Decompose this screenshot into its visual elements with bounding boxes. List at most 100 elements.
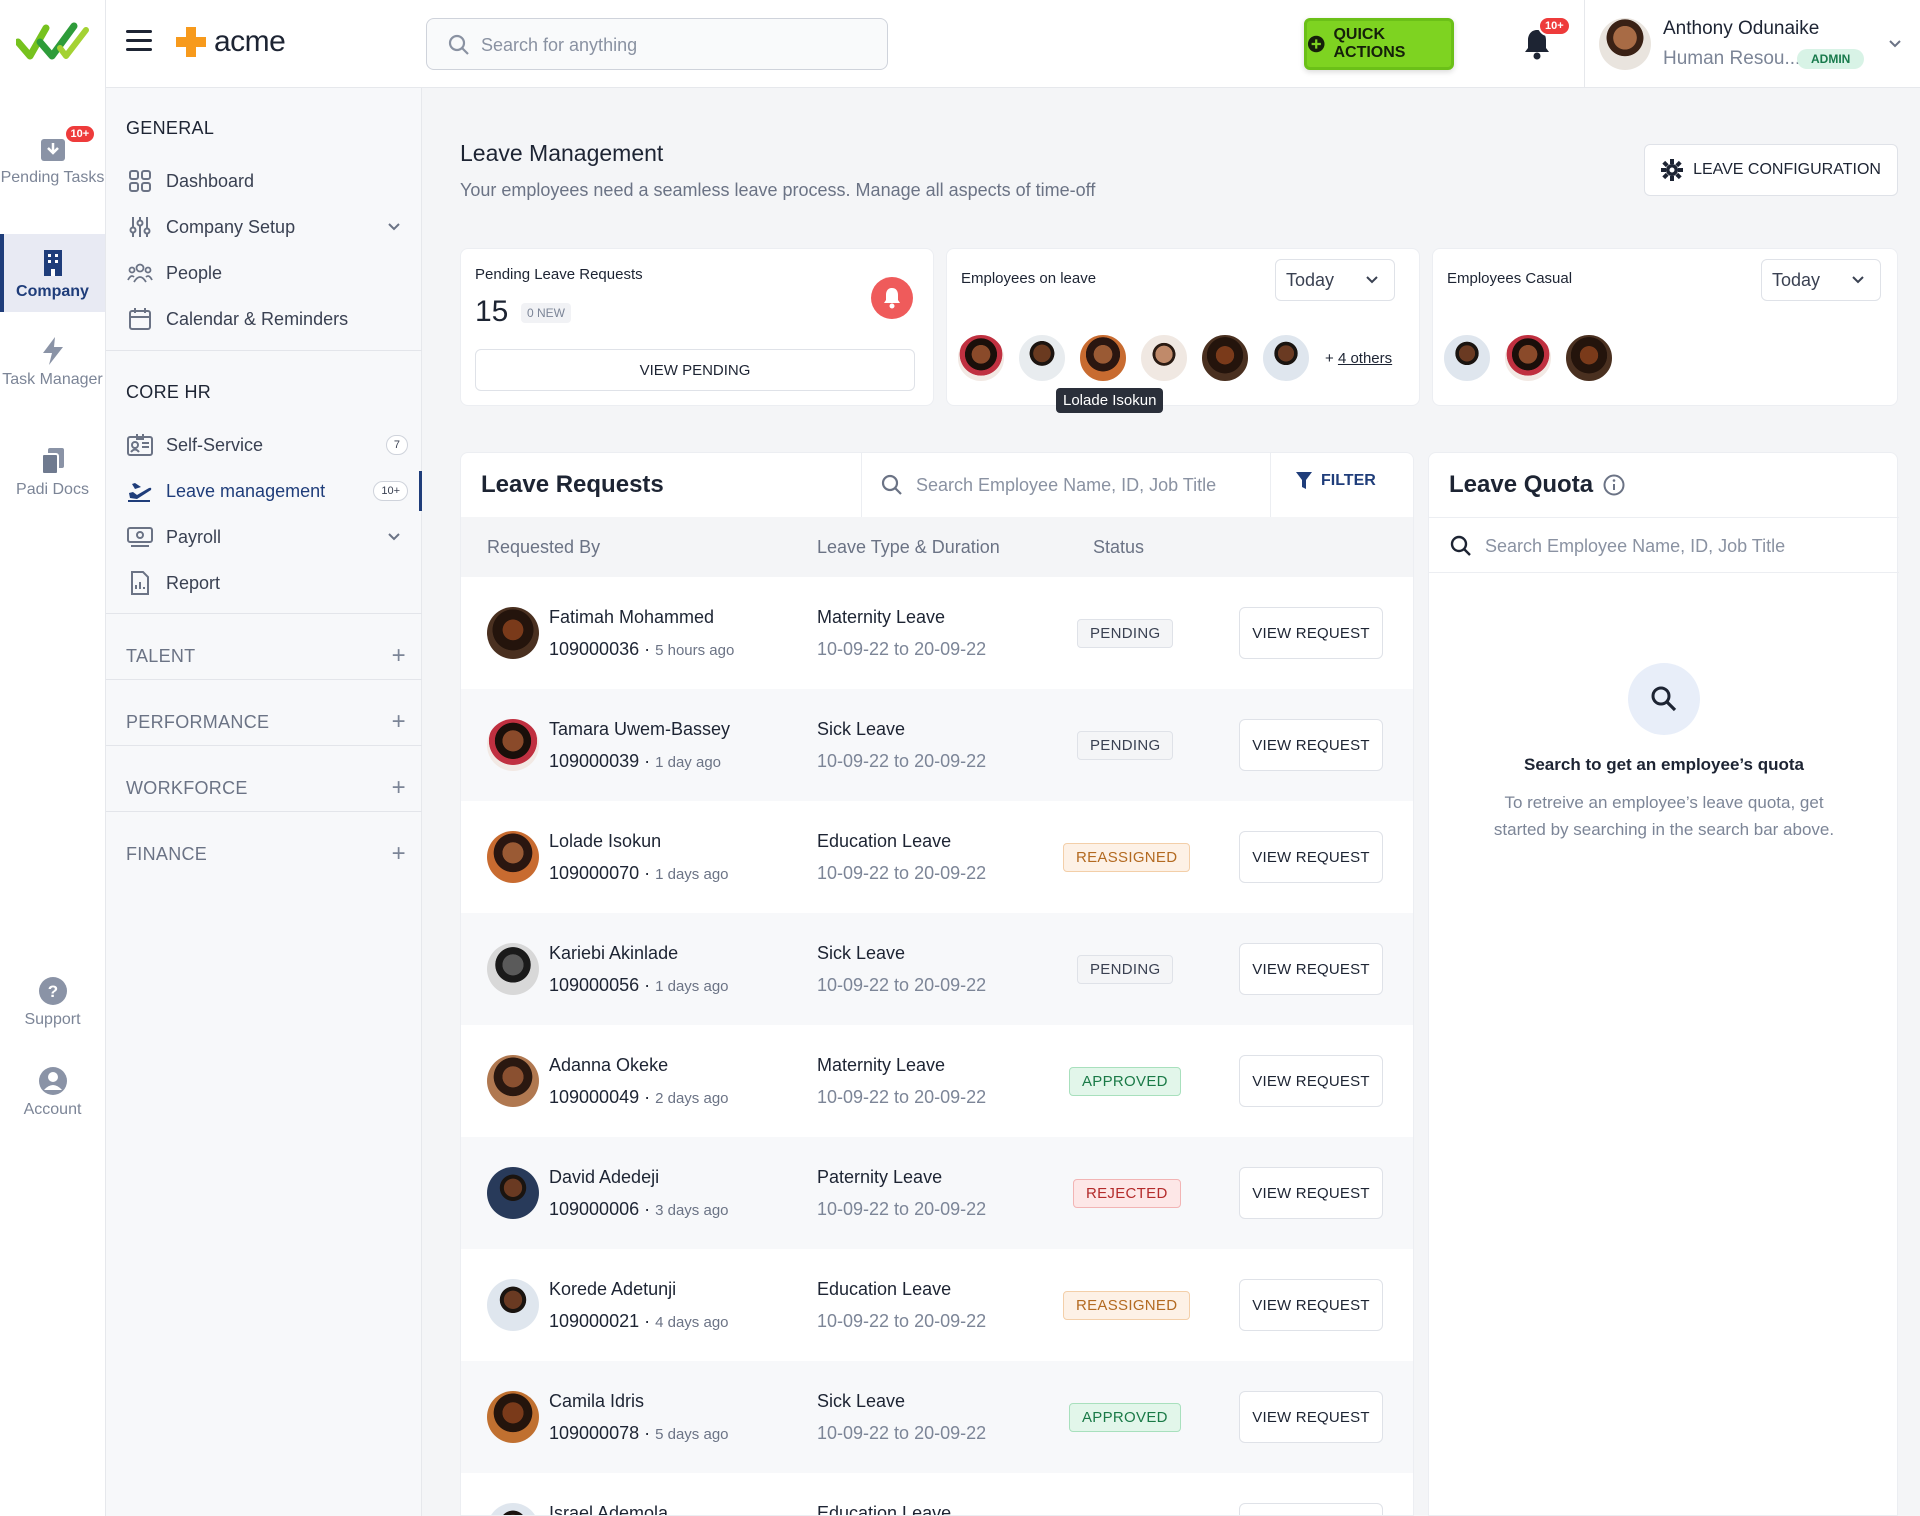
period-select[interactable]: Today	[1275, 259, 1395, 301]
view-request-button[interactable]: VIEW REQUEST	[1239, 1279, 1383, 1331]
requests-search[interactable]	[861, 453, 1271, 517]
table-row[interactable]: David Adedeji 109000006 · 3 days ago Pat…	[461, 1137, 1413, 1249]
view-request-button[interactable]: VIEW REQUEST	[1239, 1055, 1383, 1107]
table-row[interactable]: Korede Adetunji 109000021 · 4 days ago E…	[461, 1249, 1413, 1361]
section-workforce[interactable]: WORKFORCE +	[126, 768, 406, 808]
view-pending-button[interactable]: VIEW PENDING	[475, 349, 915, 391]
leave-type: Maternity Leave	[817, 1055, 946, 1075]
table-row[interactable]: Adanna Okeke 109000049 · 2 days ago Mate…	[461, 1025, 1413, 1137]
sidebar-item-leave-management[interactable]: Leave management 10+	[126, 471, 422, 511]
section-talent[interactable]: TALENT +	[126, 636, 406, 676]
avatar	[487, 1391, 539, 1443]
table-row[interactable]: Tamara Uwem-Bassey 109000039 · 1 day ago…	[461, 689, 1413, 801]
employee-name: Fatimah Mohammed	[549, 607, 715, 627]
table-row[interactable]: Israel Ademola Education Leave	[461, 1473, 1413, 1516]
leave-duration: 10-09-22 to 20-09-22	[817, 1087, 987, 1107]
section-performance[interactable]: PERFORMANCE +	[126, 702, 406, 742]
leave-configuration-button[interactable]: LEAVE CONFIGURATION	[1644, 144, 1898, 196]
view-request-button[interactable]: VIEW REQUEST	[1239, 719, 1383, 771]
user-profile-menu[interactable]: Anthony Odunaike Human Resou... ADMIN	[1584, 0, 1920, 88]
leave-duration: 10-09-22 to 20-09-22	[817, 639, 987, 659]
sidebar-item-self-service[interactable]: Self-Service 7	[126, 425, 416, 465]
chevron-down-icon	[1366, 276, 1378, 284]
request-age: 1 days ago	[655, 866, 729, 883]
rail-pending-tasks[interactable]: 10+ Pending Tasks	[0, 124, 105, 214]
leave-quota-title: Leave Quota	[1449, 471, 1625, 499]
employee-name: Adanna Okeke	[549, 1055, 669, 1075]
global-search[interactable]	[426, 18, 888, 70]
section-finance[interactable]: FINANCE +	[126, 834, 406, 874]
period-value: Today	[1286, 269, 1335, 290]
table-row[interactable]: Camila Idris 109000078 · 5 days ago Sick…	[461, 1361, 1413, 1473]
user-name: Anthony Odunaike	[1663, 18, 1820, 39]
avatar[interactable]	[1016, 332, 1068, 384]
table-row[interactable]: Kariebi Akinlade 109000056 · 1 days ago …	[461, 913, 1413, 1025]
expand-plus-icon[interactable]: +	[392, 774, 406, 802]
rail-company[interactable]: Company	[0, 234, 105, 312]
section-label: WORKFORCE	[126, 777, 248, 798]
sidebar-item-payroll[interactable]: Payroll	[126, 517, 416, 557]
brand-name: acme	[214, 25, 286, 58]
avatar[interactable]	[1563, 332, 1615, 384]
rail-support[interactable]: ? Support	[0, 976, 105, 1032]
info-icon[interactable]	[1603, 474, 1625, 496]
divider	[106, 613, 422, 614]
table-row[interactable]: Lolade Isokun 109000070 · 1 days ago Edu…	[461, 801, 1413, 913]
sidebar-item-company-setup[interactable]: Company Setup	[126, 207, 416, 247]
avatar[interactable]	[1502, 332, 1554, 384]
view-request-button[interactable]: VIEW REQUEST	[1239, 831, 1383, 883]
employee-id: 109000078 · 5 days ago	[549, 1423, 729, 1443]
avatar[interactable]	[1077, 332, 1129, 384]
quota-search-input[interactable]	[1485, 532, 1875, 560]
sidebar-item-report[interactable]: Report	[126, 563, 416, 603]
avatar[interactable]	[1260, 332, 1312, 384]
table-row[interactable]: Fatimah Mohammed 109000036 · 5 hours ago…	[461, 577, 1413, 689]
plus-sign: +	[1325, 349, 1334, 367]
sidebar-item-dashboard[interactable]: Dashboard	[126, 161, 416, 201]
rail-padi-docs[interactable]: Padi Docs	[0, 446, 105, 506]
leave-duration: 10-09-22 to 20-09-22	[817, 975, 987, 995]
quick-actions-button[interactable]: QUICK ACTIONS	[1304, 18, 1454, 70]
leave-type: Education Leave	[817, 1503, 952, 1516]
avatar[interactable]	[1138, 332, 1190, 384]
chevron-down-icon[interactable]	[386, 529, 402, 545]
expand-plus-icon[interactable]: +	[392, 642, 406, 670]
expand-plus-icon[interactable]: +	[392, 708, 406, 736]
top-bar: acme QUICK ACTIONS 10+ Anthony Odunaike …	[106, 0, 1920, 88]
more-employees-link[interactable]: + 4 others	[1325, 350, 1392, 367]
avatar[interactable]	[955, 332, 1007, 384]
avatar	[487, 943, 539, 995]
notifications-button[interactable]: 10+	[1522, 16, 1571, 60]
rail-label: Task Manager	[2, 371, 103, 388]
section-core-hr-title: CORE HR	[126, 382, 212, 402]
sidebar-item-people[interactable]: People	[126, 253, 416, 293]
requests-search-input[interactable]	[916, 471, 1256, 499]
employee-name: Lolade Isokun	[549, 831, 662, 851]
sidebar-item-label: Dashboard	[166, 170, 255, 191]
avatar[interactable]	[1441, 332, 1493, 384]
period-select[interactable]: Today	[1761, 259, 1881, 301]
app-logo[interactable]	[16, 20, 90, 64]
view-request-button[interactable]: VIEW REQUEST	[1239, 1167, 1383, 1219]
sidebar-item-calendar[interactable]: Calendar & Reminders	[126, 299, 416, 339]
chevron-down-icon[interactable]	[386, 219, 402, 235]
view-request-button[interactable]: VIEW REQUEST	[1239, 943, 1383, 995]
view-request-button[interactable]: VIEW REQUEST	[1239, 607, 1383, 659]
brand[interactable]: acme	[174, 22, 286, 62]
building-icon	[38, 248, 68, 278]
rail-account[interactable]: Account	[0, 1066, 105, 1122]
view-request-button[interactable]	[1239, 1503, 1383, 1515]
report-icon	[126, 569, 154, 597]
filter-button[interactable]: FILTER	[1295, 471, 1376, 491]
chevron-down-icon[interactable]	[1887, 36, 1903, 52]
global-search-input[interactable]	[481, 31, 871, 59]
leave-duration: 10-09-22 to 20-09-22	[817, 1423, 987, 1443]
quota-search[interactable]	[1429, 517, 1899, 573]
menu-icon[interactable]	[126, 30, 152, 54]
view-request-button[interactable]: VIEW REQUEST	[1239, 1391, 1383, 1443]
avatar	[487, 1055, 539, 1107]
avatar[interactable]	[1199, 332, 1251, 384]
rail-task-manager[interactable]: Task Manager	[0, 336, 105, 416]
expand-plus-icon[interactable]: +	[392, 840, 406, 868]
casual-avatars	[1441, 331, 1624, 385]
